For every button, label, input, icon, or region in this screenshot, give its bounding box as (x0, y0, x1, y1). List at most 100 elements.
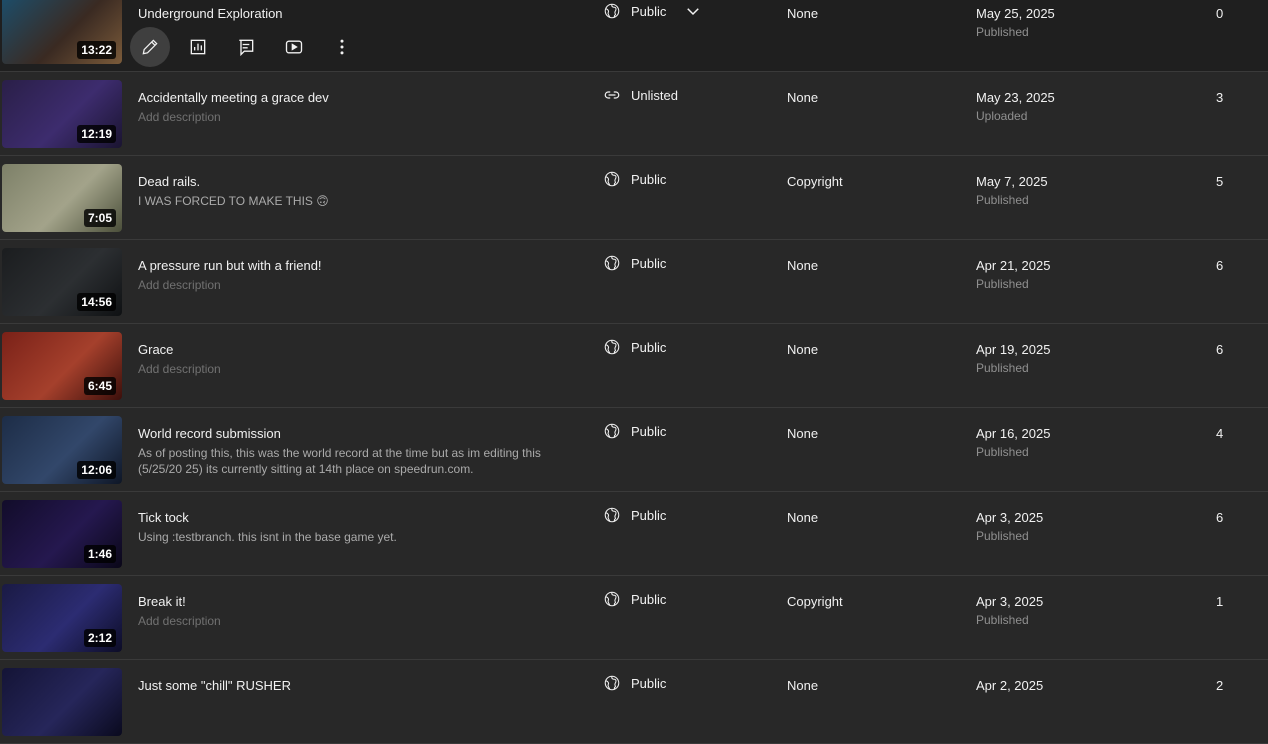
restrictions-cell: None (787, 258, 819, 273)
edit-details-button[interactable] (130, 27, 170, 67)
visibility-label: Public (631, 339, 667, 355)
date-cell: May 23, 2025 (976, 90, 1055, 105)
video-row[interactable]: 12:19 Accidentally meeting a grace dev Ad… (0, 72, 1268, 156)
video-title[interactable]: Tick tock (138, 510, 189, 525)
video-thumbnail[interactable] (2, 668, 122, 736)
date-cell: Apr 3, 2025 (976, 510, 1044, 525)
globe-icon (603, 590, 621, 608)
video-title[interactable]: Just some "chill" RUSHER (138, 678, 291, 693)
visibility-cell: Public (603, 422, 666, 440)
analytics-icon (188, 37, 208, 57)
globe-icon (603, 170, 621, 188)
duration-badge: 1:46 (83, 545, 116, 563)
video-row[interactable]: 2:12 Break it! Add description Public Cop… (0, 576, 1268, 660)
views-cell: 6 (1216, 510, 1224, 525)
video-title[interactable]: Grace (138, 342, 173, 357)
visibility-label: Public (631, 171, 667, 187)
comments-icon (236, 37, 256, 57)
restrictions-cell: Copyright (787, 594, 843, 609)
views-cell: 0 (1216, 6, 1224, 21)
date-cell: May 7, 2025 (976, 174, 1048, 189)
video-list: 13:22 Underground Exploration Public Non… (0, 0, 1268, 744)
video-thumbnail[interactable]: 13:22 (2, 0, 122, 64)
options-button[interactable] (322, 27, 362, 67)
globe-icon (603, 254, 621, 272)
views-cell: 1 (1216, 594, 1224, 609)
video-row[interactable]: Just some "chill" RUSHER Public None Apr … (0, 660, 1268, 744)
video-description: Add description (138, 614, 221, 628)
pencil-icon (140, 37, 160, 57)
video-thumbnail[interactable]: 12:19 (2, 80, 122, 148)
visibility-cell: Unlisted (603, 86, 678, 104)
video-description: I WAS FORCED TO MAKE THIS 🙃 (138, 194, 329, 208)
video-thumbnail[interactable]: 14:56 (2, 248, 122, 316)
visibility-label: Public (631, 507, 667, 523)
visibility-cell: Public (603, 170, 666, 188)
status-label: Published (976, 361, 1029, 375)
restrictions-cell: None (787, 510, 819, 525)
views-cell: 5 (1216, 174, 1224, 189)
views-cell: 2 (1216, 678, 1224, 693)
comments-button[interactable] (226, 27, 266, 67)
date-cell: Apr 16, 2025 (976, 426, 1051, 441)
video-thumbnail[interactable]: 1:46 (2, 500, 122, 568)
visibility-cell: Public (603, 254, 666, 272)
restrictions-cell: None (787, 342, 819, 357)
visibility-label: Public (631, 3, 667, 19)
duration-badge: 13:22 (77, 41, 116, 59)
status-label: Published (976, 25, 1029, 39)
video-title[interactable]: Accidentally meeting a grace dev (138, 90, 329, 105)
video-description: Add description (138, 362, 221, 376)
video-title[interactable]: World record submission (138, 426, 281, 441)
view-on-youtube-button[interactable] (274, 27, 314, 67)
status-label: Published (976, 277, 1029, 291)
row-actions (130, 27, 362, 67)
duration-badge: 12:19 (77, 125, 116, 143)
video-row[interactable]: 13:22 Underground Exploration Public Non… (0, 0, 1268, 72)
video-row[interactable]: 7:05 Dead rails. I WAS FORCED TO MAKE THI… (0, 156, 1268, 240)
video-row[interactable]: 6:45 Grace Add description Public None Apr… (0, 324, 1268, 408)
video-title[interactable]: Break it! (138, 594, 186, 609)
status-label: Published (976, 613, 1029, 627)
date-cell: May 25, 2025 (976, 6, 1055, 21)
video-thumbnail[interactable]: 2:12 (2, 584, 122, 652)
visibility-label: Public (631, 255, 667, 271)
video-description: Add description (138, 278, 221, 292)
views-cell: 3 (1216, 90, 1224, 105)
duration-badge: 7:05 (83, 209, 116, 227)
link-icon (603, 86, 621, 104)
restrictions-cell: Copyright (787, 174, 843, 189)
visibility-label: Unlisted (631, 87, 678, 103)
youtube-icon (284, 37, 304, 57)
restrictions-cell: None (787, 426, 819, 441)
visibility-cell[interactable]: Public (603, 2, 702, 20)
video-title[interactable]: Underground Exploration (138, 6, 283, 21)
analytics-button[interactable] (178, 27, 218, 67)
views-cell: 6 (1216, 342, 1224, 357)
video-title[interactable]: Dead rails. (138, 174, 200, 189)
views-cell: 4 (1216, 426, 1224, 441)
restrictions-cell: None (787, 90, 819, 105)
video-row[interactable]: 1:46 Tick tock Using :testbranch. this is… (0, 492, 1268, 576)
video-thumbnail[interactable]: 7:05 (2, 164, 122, 232)
status-label: Uploaded (976, 109, 1028, 123)
date-cell: Apr 19, 2025 (976, 342, 1051, 357)
video-row[interactable]: 14:56 A pressure run but with a friend! A… (0, 240, 1268, 324)
visibility-cell: Public (603, 338, 666, 356)
duration-badge: 2:12 (83, 629, 116, 647)
globe-icon (603, 674, 621, 692)
restrictions-cell: None (787, 678, 819, 693)
video-row[interactable]: 12:06 World record submission As of posti… (0, 408, 1268, 492)
visibility-label: Public (631, 423, 667, 439)
video-thumbnail[interactable]: 6:45 (2, 332, 122, 400)
globe-icon (603, 506, 621, 524)
duration-badge: 12:06 (77, 461, 116, 479)
video-thumbnail[interactable]: 12:06 (2, 416, 122, 484)
visibility-cell: Public (603, 506, 666, 524)
chevron-down-icon[interactable] (676, 2, 702, 20)
visibility-label: Public (631, 675, 667, 691)
video-description: Add description (138, 110, 221, 124)
views-cell: 6 (1216, 258, 1224, 273)
video-title[interactable]: A pressure run but with a friend! (138, 258, 322, 273)
globe-icon (603, 2, 621, 20)
